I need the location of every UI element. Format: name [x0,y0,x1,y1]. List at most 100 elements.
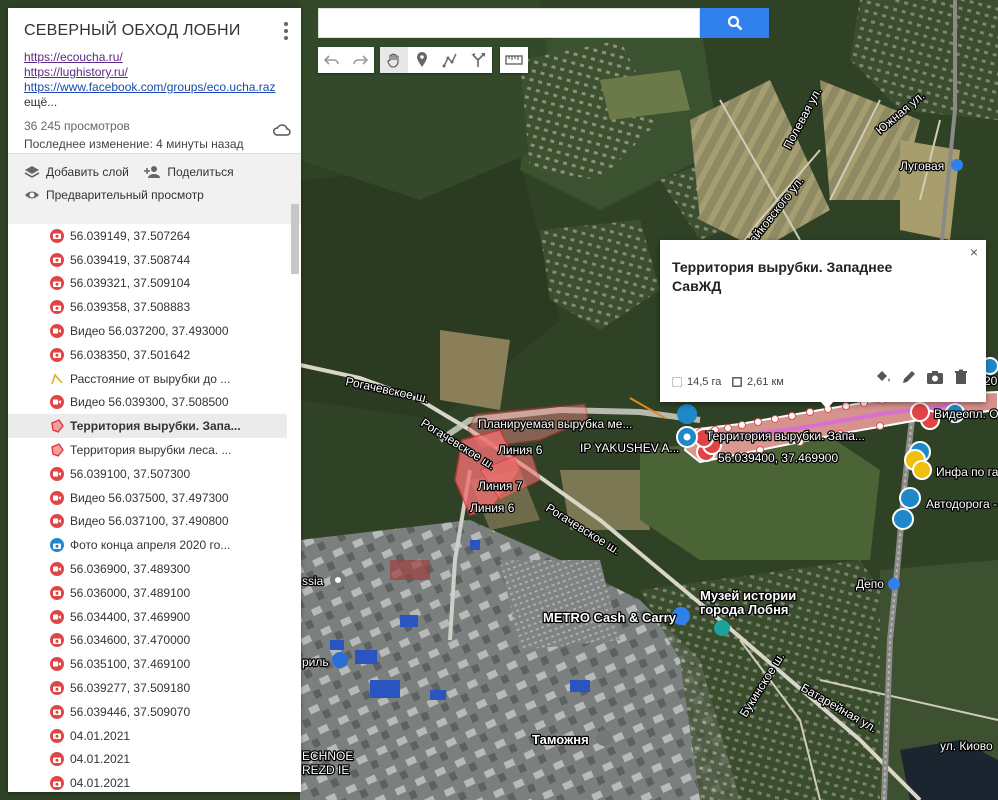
list-item[interactable]: Расстояние от вырубки до ... [8,367,301,391]
more-link[interactable]: ещё... [24,95,285,109]
draw-line-icon [442,53,457,68]
list-item[interactable]: 04.01.2021 [8,724,301,748]
feature-list: 56.039149, 37.507264 56.039419, 37.508744… [8,224,301,792]
list-item-label: 04.01.2021 [70,728,131,743]
list-item-label: 56.039149, 37.507264 [70,228,191,243]
map-label-avtodoroga: Автодорога - ... [926,497,998,511]
camera-marker-icon [50,300,64,315]
camera-marker-icon [50,538,64,553]
preview-button[interactable]: Предварительный просмотр [24,185,204,205]
list-item[interactable]: 56.039358, 37.508883 [8,295,301,319]
list-item[interactable]: 56.039149, 37.507264 [8,224,301,248]
list-item[interactable]: Фото конца апреля 2020 го... [8,533,301,557]
list-item[interactable]: Видео 56.037100, 37.490800 [8,510,301,534]
map-label-coordinate: 56.039400, 37.469900 [718,451,838,465]
map-label-museum-1: Музей истории [700,588,796,603]
search-box [318,8,700,38]
list-item[interactable]: 56.039277, 37.509180 [8,676,301,700]
map-label-russia: ssia [302,574,324,588]
list-item-label: 04.01.2021 [70,752,131,767]
map-label-line-6b: Линия 6 [470,501,515,515]
list-item-label: 56.035100, 37.469100 [70,657,191,672]
camera-marker-icon [50,776,64,791]
delete-button[interactable] [948,366,974,388]
map-label-info-gas: Инфа по газ... [936,465,998,479]
list-item[interactable]: 56.034600, 37.470000 [8,629,301,653]
list-item-label: 56.036000, 37.489100 [70,585,191,600]
link-ecoucha[interactable]: https://ecoucha.ru/ [24,50,285,65]
directions-icon [471,53,485,67]
map-label-right-edge: 20 [984,374,998,388]
list-item-label: Расстояние от вырубки до ... [70,371,231,386]
add-layer-button[interactable]: Добавить слой [24,162,129,182]
list-item[interactable]: 04.01.2021 [8,771,301,792]
add-person-icon [144,166,161,178]
map-label-technoe-1: ECHNOE [302,749,353,763]
draw-line-button[interactable] [436,47,464,73]
edit-button[interactable] [896,366,922,388]
list-item-label: Видео 56.037500, 37.497300 [70,490,229,505]
list-item[interactable]: 56.038350, 37.501642 [8,343,301,367]
more-options-icon[interactable] [281,22,291,42]
map-legend-panel: СЕВЕРНЫЙ ОБХОД ЛОБНИ https://ecoucha.ru/… [8,8,301,792]
polygon-feature-icon [50,443,64,457]
style-button[interactable] [870,366,896,388]
list-item-label: Видео 56.037100, 37.490800 [70,514,229,529]
list-item[interactable]: Видео 56.039300, 37.508500 [8,391,301,415]
list-item-label: 04.01.2021 [70,776,131,791]
map-label-technoe-2: REZD IE [302,763,349,777]
list-item[interactable]: 56.039419, 37.508744 [8,248,301,272]
add-photo-button[interactable] [922,366,948,388]
search-input[interactable] [319,9,699,37]
camera-marker-icon [50,728,64,743]
undo-redo-group [318,47,374,73]
list-item[interactable]: Видео 56.037500, 37.497300 [8,486,301,510]
list-item-label: Территория вырубки. Запа... [70,419,241,434]
measure-button[interactable] [500,47,528,73]
trash-icon [955,369,967,384]
paint-bucket-icon [877,371,890,382]
list-item[interactable]: 56.036000, 37.489100 [8,581,301,605]
link-facebook[interactable]: https://www.facebook.com/groups/eco.ucha… [24,80,285,95]
search-icon [727,15,742,31]
perimeter-icon [732,377,742,387]
list-item[interactable]: 56.039100, 37.507300 [8,462,301,486]
polygon-feature-icon [50,419,64,434]
list-item[interactable]: 56.039446, 37.509070 [8,700,301,724]
hand-tool-button[interactable] [380,47,408,73]
list-item[interactable]: Территория вырубки леса. ... [8,438,301,462]
pencil-icon [903,371,915,383]
close-icon[interactable]: × [970,244,978,260]
redo-button[interactable] [346,47,374,73]
map-label-ril: риль [302,655,329,669]
search-button[interactable] [700,8,769,38]
line-feature-icon [50,372,64,386]
ruler-icon [505,55,523,65]
link-lughistory[interactable]: https://lughistory.ru/ [24,65,285,80]
camera-marker-icon [50,276,64,291]
list-item[interactable]: 56.036900, 37.489300 [8,557,301,581]
map-label-territory: Территория вырубки. Запа... [706,429,865,443]
list-item[interactable]: 56.034400, 37.469900 [8,605,301,629]
share-button[interactable]: Поделиться [143,162,234,182]
video-marker-icon [50,562,64,577]
add-layer-label: Добавить слой [46,165,129,179]
map-label-video-right: Видеопл. От... [934,407,998,421]
list-scrollbar[interactable] [291,204,299,274]
list-item[interactable]: 56.035100, 37.469100 [8,652,301,676]
list-item[interactable]: 56.039321, 37.509104 [8,272,301,296]
list-item[interactable]: Территория вырубки. Запа... [8,414,287,439]
video-marker-icon [50,395,64,410]
map-label-metro: METRO Cash & Carry [543,610,677,625]
list-item-label: 56.038350, 37.501642 [70,347,191,362]
map-label-depo: Депо [856,577,884,591]
directions-button[interactable] [464,47,492,73]
map-title[interactable]: СЕВЕРНЫЙ ОБХОД ЛОБНИ [24,22,285,40]
add-marker-button[interactable] [408,47,436,73]
camera-marker-icon [50,585,64,600]
list-item[interactable]: Видео 56.037200, 37.493000 [8,319,301,343]
list-item[interactable]: 04.01.2021 [8,748,301,772]
card-perimeter: 2,61 км [732,376,784,388]
undo-button[interactable] [318,47,346,73]
video-marker-icon [50,466,64,481]
